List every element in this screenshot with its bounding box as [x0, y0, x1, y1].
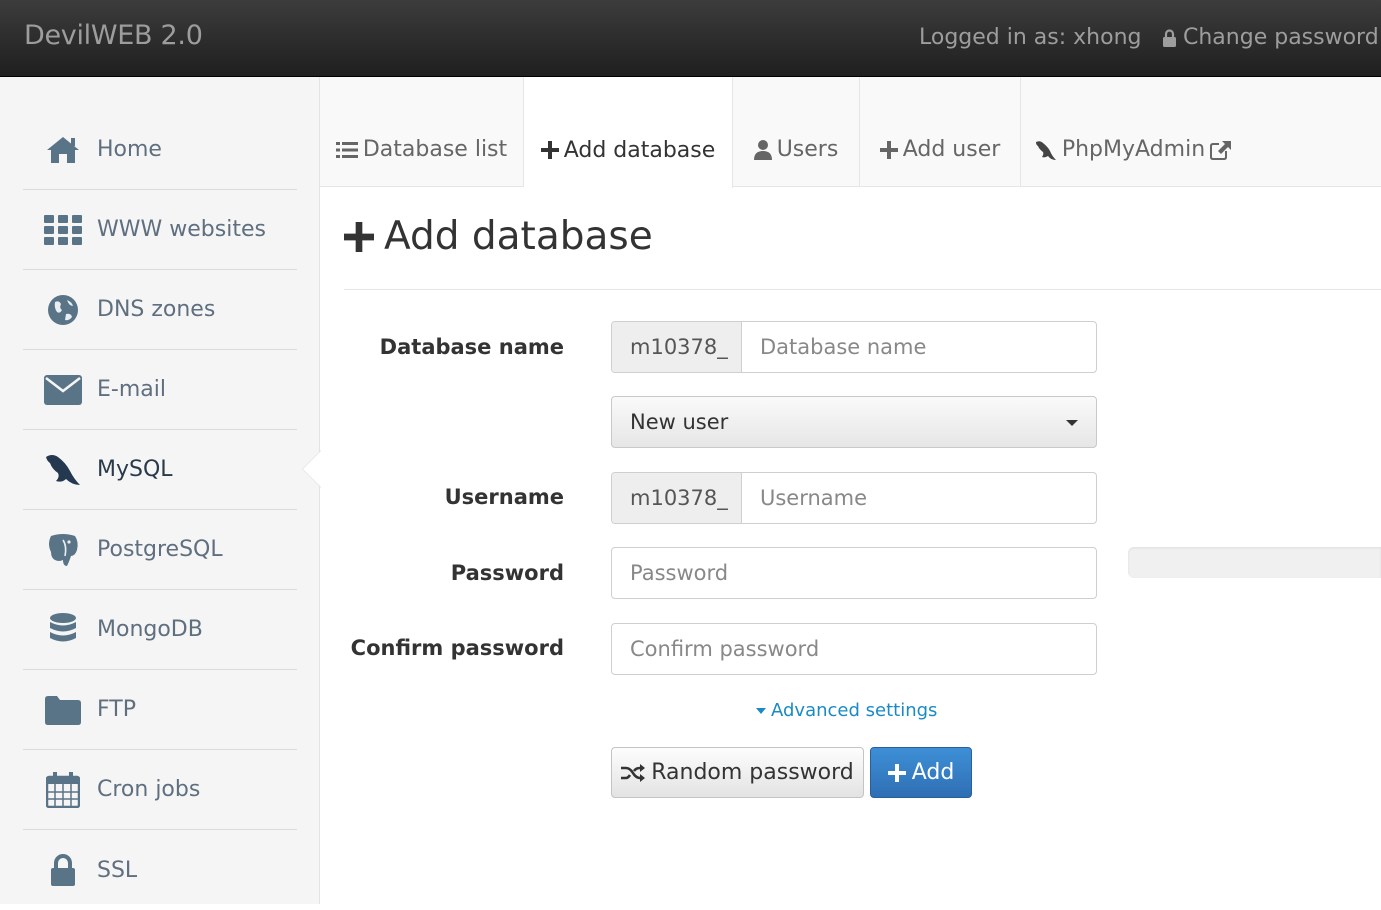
- sidebar-item-label: Cron jobs: [97, 777, 201, 802]
- sidebar-item-label: WWW websites: [97, 217, 266, 242]
- sidebar-item-label: SSL: [97, 857, 138, 883]
- user-icon: [753, 139, 772, 160]
- sidebar-item-label: E-mail: [97, 377, 166, 402]
- page-title-text: Add database: [384, 214, 653, 259]
- lock-icon: [43, 850, 83, 890]
- dolphin-icon: [43, 450, 83, 490]
- user-select[interactable]: New user: [611, 396, 1097, 448]
- password-label: Password: [450, 561, 564, 585]
- sidebar-item-home[interactable]: Home: [23, 110, 297, 190]
- tab-database-list[interactable]: Database list: [320, 77, 524, 187]
- tab-label: Add user: [902, 137, 1001, 162]
- sidebar-item-label: MySQL: [97, 457, 173, 482]
- calendar-icon: [43, 770, 83, 810]
- database-name-group: m10378_: [611, 321, 1097, 373]
- sidebar-item-mongodb[interactable]: MongoDB: [23, 590, 297, 670]
- chevron-down-icon: [1066, 420, 1078, 426]
- sidebar-item-dns-zones[interactable]: DNS zones: [23, 270, 297, 350]
- external-link-icon: [1210, 140, 1232, 160]
- shuffle-icon: [621, 763, 646, 782]
- username-input[interactable]: [742, 473, 1096, 523]
- user-select-value: New user: [630, 410, 729, 434]
- add-button[interactable]: Add: [870, 747, 972, 798]
- confirm-password-group: [611, 623, 1097, 675]
- advanced-settings-label: Advanced settings: [771, 700, 938, 721]
- database-name-label: Database name: [379, 335, 564, 359]
- change-password-link[interactable]: Change password: [1162, 25, 1379, 50]
- sidebar-item-www-websites[interactable]: WWW websites: [23, 190, 297, 270]
- database-prefix: m10378_: [612, 322, 742, 372]
- sidebar-item-label: PostgreSQL: [97, 537, 223, 562]
- sidebar-item-mysql[interactable]: MySQL: [23, 430, 297, 510]
- sidebar-item-postgresql[interactable]: PostgreSQL: [23, 510, 297, 590]
- advanced-settings-link[interactable]: Advanced settings: [756, 700, 937, 721]
- plus-icon: [879, 140, 898, 159]
- tab-label: Database list: [362, 137, 508, 162]
- sidebar-item-label: FTP: [97, 697, 136, 722]
- database-name-input[interactable]: [742, 322, 1096, 372]
- home-icon: [43, 130, 83, 170]
- grid-icon: [43, 210, 83, 250]
- tab-add-database[interactable]: Add database: [524, 77, 733, 188]
- username-prefix: m10378_: [612, 473, 742, 523]
- divider: [344, 289, 1381, 290]
- tab-label: Add database: [563, 137, 716, 163]
- tab-users[interactable]: Users: [733, 77, 860, 187]
- globe-icon: [43, 290, 83, 330]
- sidebar-item-label: MongoDB: [97, 617, 203, 642]
- folder-icon: [43, 690, 83, 730]
- caret-down-icon: [756, 707, 766, 714]
- plus-icon: [887, 763, 906, 782]
- change-password-label: Change password: [1183, 25, 1379, 50]
- active-indicator: [303, 451, 321, 487]
- dolphin-icon: [1035, 140, 1056, 160]
- tab-label: PhpMyAdmin: [1061, 137, 1206, 162]
- password-group: [611, 547, 1097, 599]
- random-password-button[interactable]: Random password: [611, 747, 864, 798]
- add-button-label: Add: [911, 760, 955, 785]
- confirm-password-input[interactable]: [612, 624, 1096, 674]
- sidebar-item-ssl[interactable]: SSL: [23, 830, 297, 910]
- password-input[interactable]: [612, 548, 1096, 598]
- brand-logo[interactable]: DevilWEB 2.0: [24, 20, 203, 51]
- plus-icon: [344, 221, 374, 252]
- sidebar-item-ftp[interactable]: FTP: [23, 670, 297, 750]
- confirm-password-label: Confirm password: [350, 636, 564, 660]
- sidebar-item-email[interactable]: E-mail: [23, 350, 297, 430]
- password-strength-bar: [1128, 547, 1381, 578]
- username-label: Username: [444, 485, 564, 509]
- sidebar-item-label: Home: [97, 137, 162, 162]
- page-title: Add database: [344, 214, 653, 259]
- sidebar-item-label: DNS zones: [97, 297, 216, 322]
- lock-icon: [1163, 28, 1176, 47]
- tab-phpmyadmin[interactable]: PhpMyAdmin: [1021, 77, 1251, 187]
- plus-icon: [540, 141, 559, 159]
- elephant-icon: [43, 530, 83, 570]
- username-group: m10378_: [611, 472, 1097, 524]
- logged-in-user: Logged in as: xhong: [919, 25, 1142, 50]
- tab-label: Users: [776, 137, 839, 162]
- database-icon: [43, 610, 83, 650]
- tab-add-user[interactable]: Add user: [860, 77, 1021, 187]
- sidebar-item-cron-jobs[interactable]: Cron jobs: [23, 750, 297, 830]
- random-password-label: Random password: [651, 760, 854, 785]
- list-icon: [335, 141, 358, 158]
- envelope-icon: [43, 370, 83, 410]
- top-navbar: DevilWEB 2.0 Logged in as: xhong Change …: [0, 0, 1381, 77]
- tab-bar: Database list Add database Users Add use…: [320, 77, 1381, 188]
